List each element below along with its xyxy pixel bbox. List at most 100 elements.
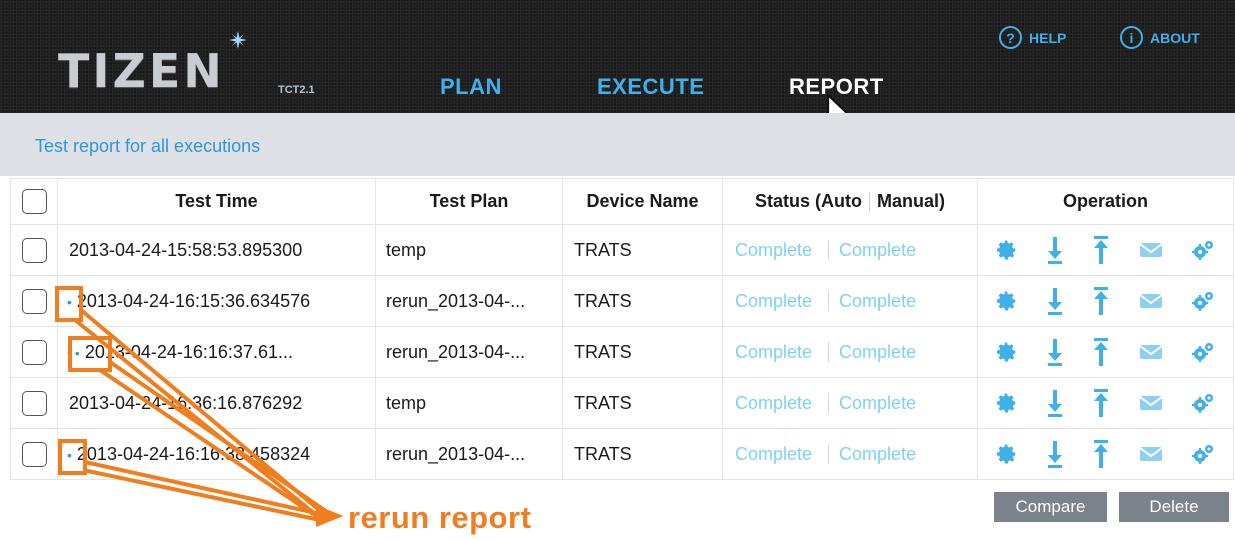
- tizen-logo: TIZEN: [58, 44, 225, 98]
- annotation-label: rerun report: [348, 500, 532, 535]
- table-header-row: Test Time Test Plan Device Name Status (…: [10, 178, 1234, 225]
- nav-execute[interactable]: EXECUTE: [597, 74, 704, 100]
- row-select-cell: [10, 326, 58, 378]
- test-time-cell: •• 2013-04-24-16:16:37.61...: [57, 326, 376, 378]
- test-time-link[interactable]: 2013-04-24-16:16:38.458324: [77, 444, 310, 464]
- upload-icon[interactable]: [1092, 387, 1110, 419]
- download-icon[interactable]: [1046, 235, 1064, 265]
- row-select-cell: [10, 428, 58, 480]
- test-time-cell: 2013-04-24-15:58:53.895300: [57, 224, 376, 276]
- rerun-marker: •: [67, 446, 75, 463]
- table-row: •• 2013-04-24-16:16:37.61... rerun_2013-0…: [10, 326, 1234, 378]
- table-row: • 2013-04-24-16:15:36.634576 rerun_2013-0…: [10, 275, 1234, 327]
- gear-icon[interactable]: [996, 290, 1018, 312]
- test-plan-cell: temp: [375, 224, 563, 276]
- status-auto-value: Complete: [735, 290, 813, 311]
- upload-icon[interactable]: [1092, 336, 1110, 368]
- upload-icon[interactable]: [1092, 285, 1110, 317]
- test-time-link[interactable]: 2013-04-24-16:36:16.876292: [69, 393, 302, 413]
- status-manual-header: Manual): [876, 191, 945, 211]
- mail-icon[interactable]: [1139, 241, 1163, 259]
- row-checkbox[interactable]: [21, 390, 47, 416]
- table-row: 2013-04-24-16:36:16.876292 temp TRATS Co…: [10, 377, 1234, 429]
- gear-icon[interactable]: [996, 443, 1018, 465]
- test-plan-cell: rerun_2013-04-...: [375, 275, 563, 327]
- column-header-test-plan: Test Plan: [375, 178, 563, 225]
- gear-icon[interactable]: [996, 239, 1018, 261]
- gear-icon[interactable]: [996, 341, 1018, 363]
- status-auto-value: Complete: [735, 392, 813, 413]
- select-all-checkbox[interactable]: [21, 189, 47, 214]
- gears-icon[interactable]: [1191, 442, 1215, 466]
- help-label: HELP: [1029, 29, 1067, 46]
- download-icon[interactable]: [1046, 388, 1064, 418]
- help-link[interactable]: ? HELP: [999, 26, 1066, 49]
- operation-cell: [977, 326, 1234, 378]
- row-checkbox[interactable]: [21, 441, 47, 467]
- column-header-device-name: Device Name: [562, 178, 723, 225]
- test-time-link[interactable]: 2013-04-24-16:15:36.634576: [77, 291, 310, 311]
- rerun-marker: •: [67, 293, 75, 310]
- device-name-cell: TRATS: [562, 377, 723, 429]
- delete-button[interactable]: Delete: [1119, 492, 1229, 522]
- row-checkbox[interactable]: [21, 288, 47, 314]
- status-cell: Complete Complete: [722, 224, 978, 276]
- mail-icon[interactable]: [1139, 343, 1163, 361]
- status-auto-value: Complete: [735, 341, 813, 362]
- test-time-cell: • 2013-04-24-16:15:36.634576: [57, 275, 376, 327]
- status-cell: Complete Complete: [722, 428, 978, 480]
- page-title: Test report for all executions: [35, 136, 261, 156]
- version-label: TCT2.1: [278, 84, 315, 96]
- row-checkbox[interactable]: [21, 237, 47, 263]
- mail-icon[interactable]: [1139, 292, 1163, 310]
- upload-icon[interactable]: [1092, 438, 1110, 470]
- gear-icon[interactable]: [996, 392, 1018, 414]
- status-cell: Complete Complete: [722, 326, 978, 378]
- test-time-link[interactable]: 2013-04-24-15:58:53.895300: [69, 240, 302, 260]
- device-name-cell: TRATS: [562, 224, 723, 276]
- help-icon: ?: [999, 26, 1022, 49]
- operation-cell: [977, 377, 1234, 429]
- download-icon[interactable]: [1046, 286, 1064, 316]
- column-header-status: Status (Auto Manual): [722, 178, 978, 225]
- status-cell: Complete Complete: [722, 377, 978, 429]
- rerun-marker: ••: [67, 344, 83, 361]
- status-manual-value: Complete: [839, 341, 917, 362]
- operation-cell: [977, 428, 1234, 480]
- status-manual-value: Complete: [839, 239, 917, 260]
- gears-icon[interactable]: [1191, 238, 1215, 262]
- about-link[interactable]: i ABOUT: [1120, 26, 1200, 49]
- info-icon: i: [1120, 26, 1143, 49]
- mail-icon[interactable]: [1139, 445, 1163, 463]
- upload-icon[interactable]: [1092, 234, 1110, 266]
- test-time-cell: • 2013-04-24-16:16:38.458324: [57, 428, 376, 480]
- gears-icon[interactable]: [1191, 289, 1215, 313]
- status-auto-value: Complete: [735, 239, 813, 260]
- about-label: ABOUT: [1150, 29, 1200, 46]
- sub-header-bar: Test report for all executions: [0, 113, 1235, 176]
- operation-cell: [977, 275, 1234, 327]
- download-icon[interactable]: [1046, 439, 1064, 469]
- tizen-star-icon: [229, 31, 247, 49]
- mail-icon[interactable]: [1139, 394, 1163, 412]
- device-name-cell: TRATS: [562, 326, 723, 378]
- test-time-cell: 2013-04-24-16:36:16.876292: [57, 377, 376, 429]
- table-row: • 2013-04-24-16:16:38.458324 rerun_2013-0…: [10, 428, 1234, 480]
- status-auto-value: Complete: [735, 443, 813, 464]
- row-select-cell: [10, 275, 58, 327]
- download-icon[interactable]: [1046, 337, 1064, 367]
- device-name-cell: TRATS: [562, 275, 723, 327]
- test-time-link[interactable]: 2013-04-24-16:16:37.61...: [85, 342, 293, 362]
- status-manual-value: Complete: [839, 392, 917, 413]
- gears-icon[interactable]: [1191, 340, 1215, 364]
- column-header-operation: Operation: [977, 178, 1234, 225]
- gears-icon[interactable]: [1191, 391, 1215, 415]
- nav-plan[interactable]: PLAN: [440, 74, 502, 100]
- row-checkbox[interactable]: [21, 339, 47, 365]
- test-plan-cell: rerun_2013-04-...: [375, 428, 563, 480]
- select-all-cell: [10, 178, 58, 225]
- status-manual-value: Complete: [839, 290, 917, 311]
- report-table: Test Time Test Plan Device Name Status (…: [10, 178, 1234, 480]
- compare-button[interactable]: Compare: [994, 492, 1107, 522]
- device-name-cell: TRATS: [562, 428, 723, 480]
